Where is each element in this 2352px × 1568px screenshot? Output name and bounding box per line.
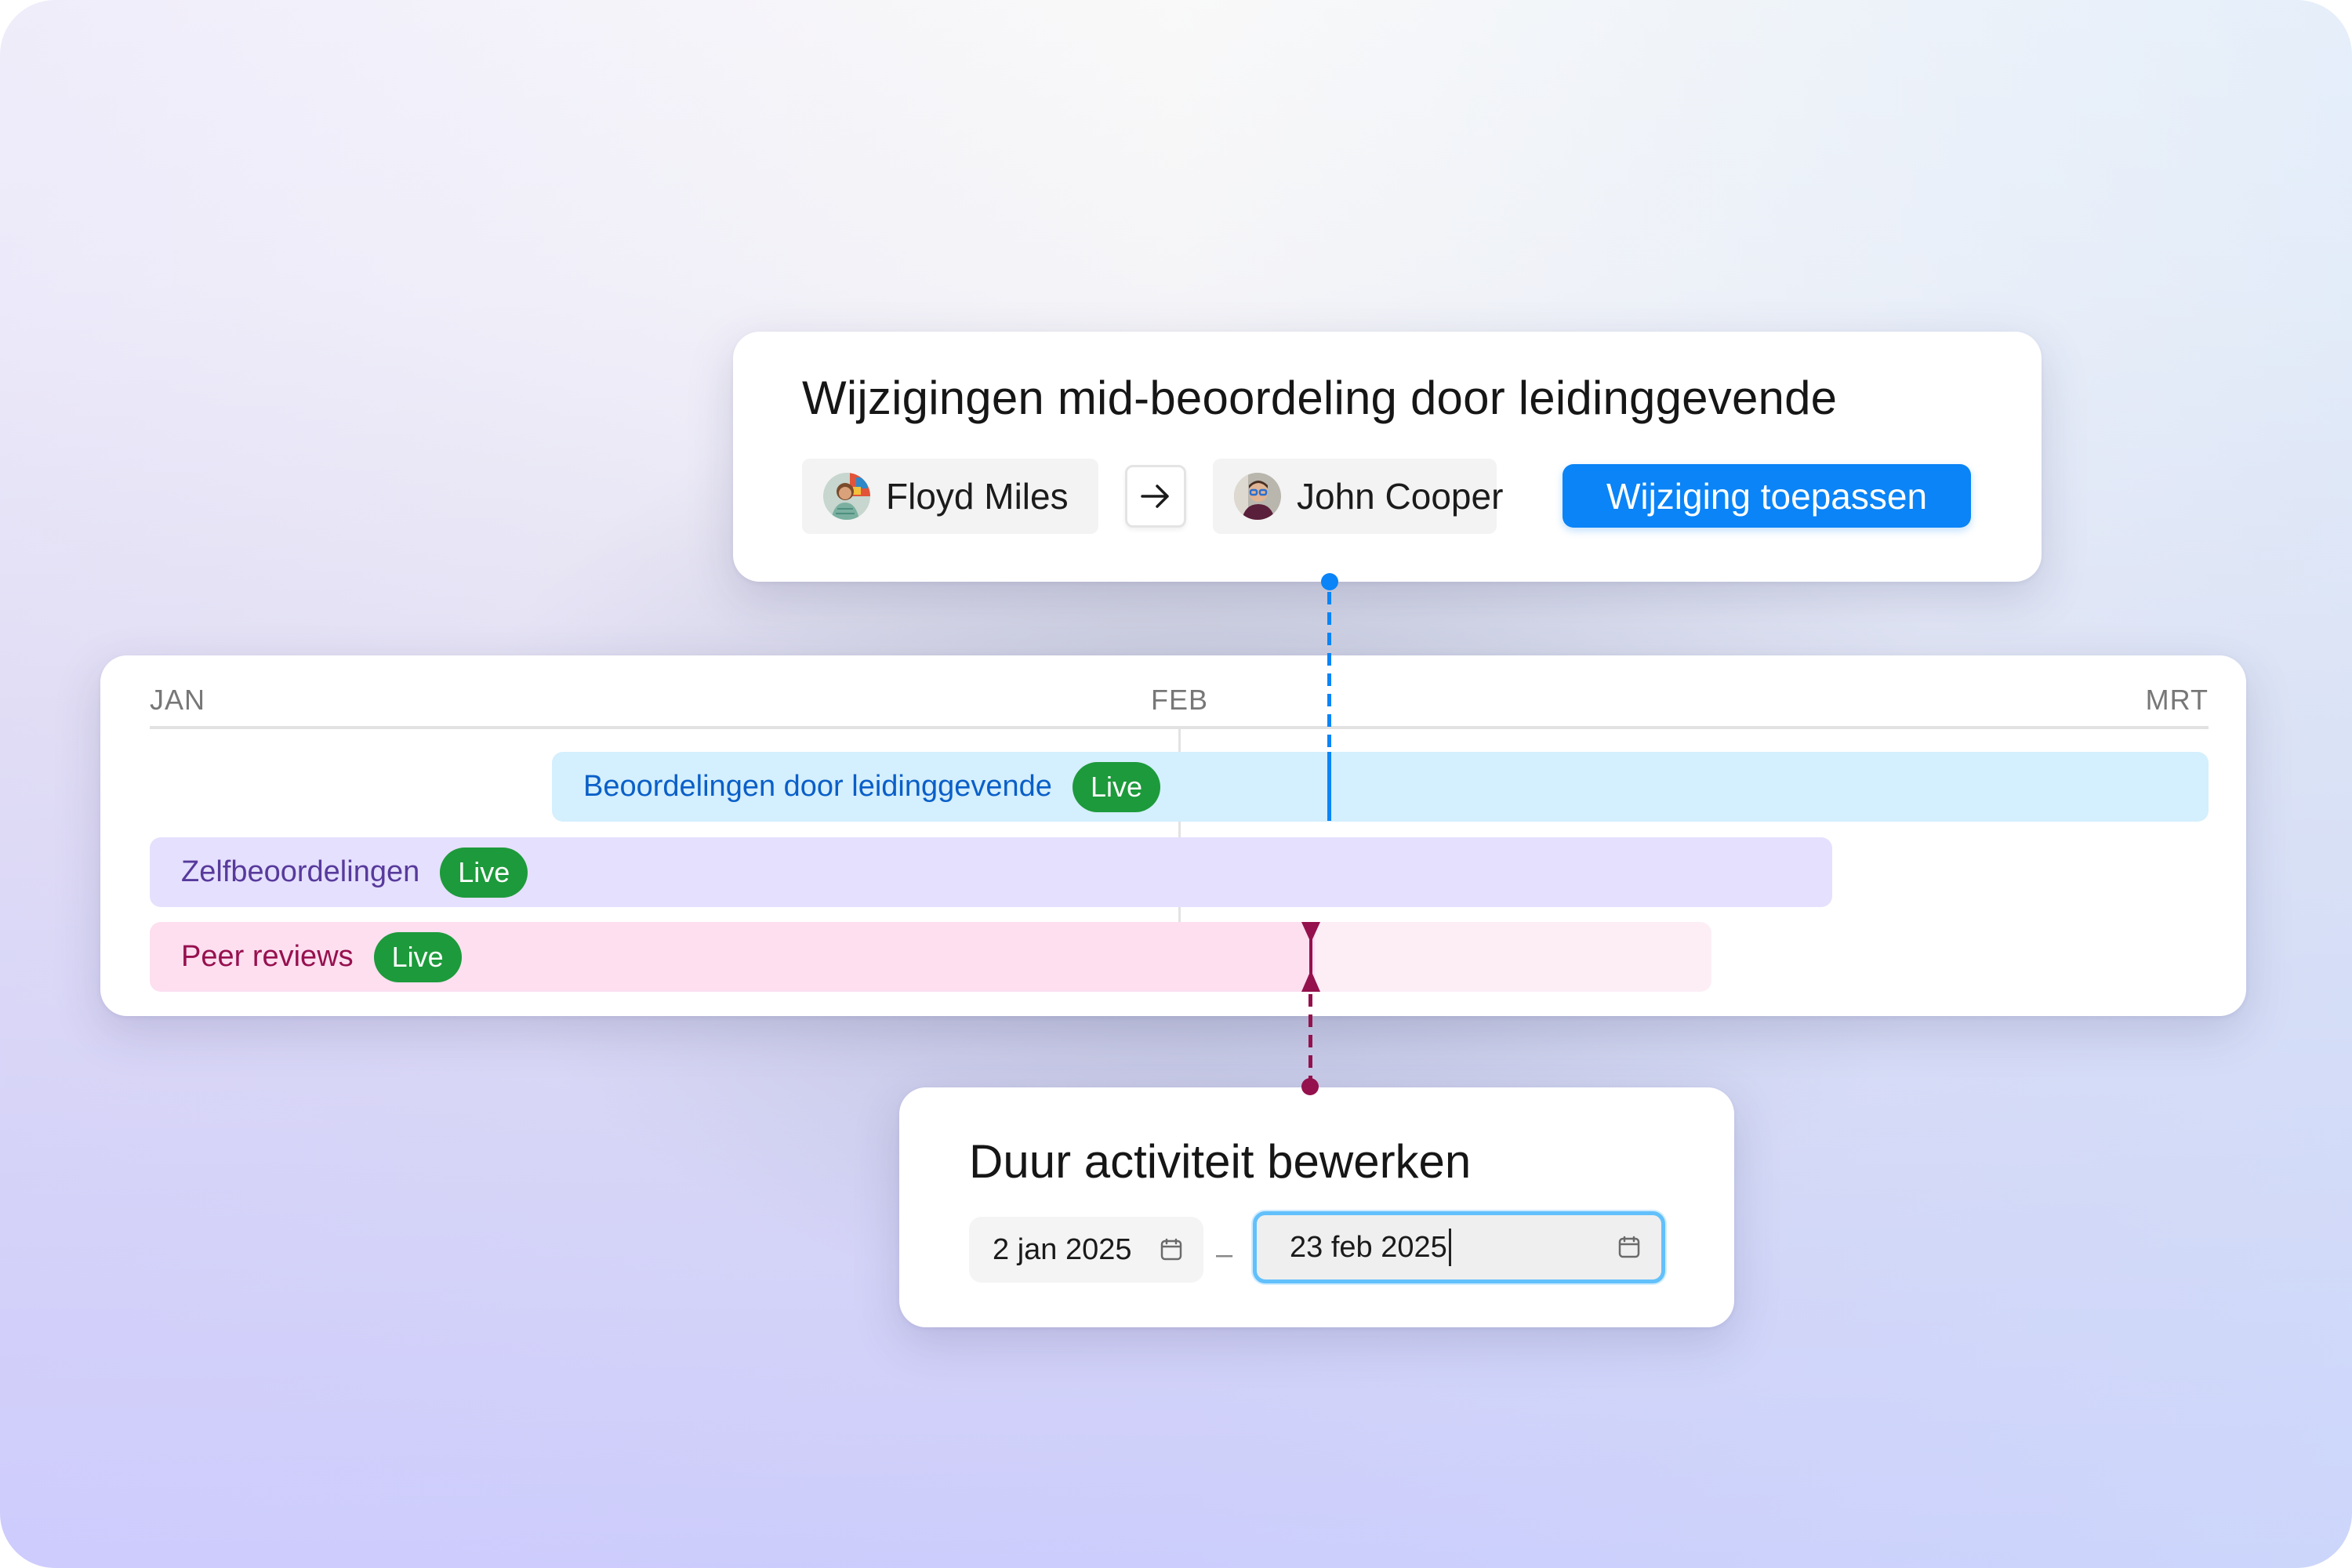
- avatar-floyd-miles: [823, 473, 870, 520]
- bar-label: Peer reviews: [181, 940, 354, 973]
- status-badge-live: Live: [1072, 761, 1160, 812]
- timeline-card: JAN FEB MRT Beoordelingen door leidingge…: [100, 655, 2246, 1016]
- avatar-john-cooper: [1234, 473, 1281, 520]
- bar-label: Beoordelingen door leidinggevende: [583, 770, 1052, 803]
- month-label-jan: JAN: [150, 684, 206, 716]
- start-date-value: 2 jan 2025: [993, 1232, 1132, 1266]
- change-point-marker-blue: [1327, 752, 1331, 821]
- arrow-right-icon: [1125, 465, 1186, 528]
- bar-label: Zelfbeoordelingen: [181, 855, 420, 888]
- calendar-icon[interactable]: [1617, 1236, 1641, 1259]
- end-date-drag-handle[interactable]: [1298, 922, 1324, 992]
- from-person-chip[interactable]: Floyd Miles: [802, 459, 1098, 534]
- edit-duration-title: Duur activiteit bewerken: [969, 1135, 1472, 1188]
- from-person-name: Floyd Miles: [886, 476, 1069, 517]
- to-person-name: John Cooper: [1297, 476, 1504, 517]
- edit-duration-card: Duur activiteit bewerken 2 jan 2025 – 23…: [899, 1087, 1734, 1327]
- month-label-mrt: MRT: [2145, 684, 2209, 716]
- start-date-input[interactable]: 2 jan 2025: [969, 1217, 1203, 1283]
- connector-dashed-line-pink: [1308, 994, 1312, 1080]
- timeline-bar-peer-reviews[interactable]: Peer reviews Live: [150, 922, 1711, 992]
- apply-change-button[interactable]: Wijziging toepassen: [1563, 464, 1971, 528]
- connector-dot-blue: [1321, 573, 1338, 590]
- to-person-chip[interactable]: John Cooper: [1213, 459, 1503, 534]
- reassign-card-title: Wijzigingen mid-beoordeling door leiding…: [802, 372, 1838, 424]
- status-badge-live: Live: [440, 847, 528, 898]
- timeline-bar-self-reviews[interactable]: Zelfbeoordelingen Live: [150, 837, 1832, 907]
- connector-dashed-line-blue: [1327, 592, 1331, 752]
- month-label-feb: FEB: [1151, 684, 1209, 716]
- connector-dot-pink: [1301, 1078, 1319, 1095]
- end-date-input[interactable]: 23 feb 2025: [1253, 1211, 1665, 1283]
- text-cursor: [1448, 1229, 1451, 1266]
- status-badge-live: Live: [373, 931, 462, 982]
- calendar-icon[interactable]: [1160, 1238, 1183, 1261]
- end-date-value: 23 feb 2025: [1290, 1230, 1447, 1264]
- timeline-bar-manager-reviews[interactable]: Beoordelingen door leidinggevende Live: [552, 752, 2209, 822]
- date-range-separator: –: [1216, 1238, 1233, 1271]
- reassign-reviewer-card: Wijzigingen mid-beoordeling door leiding…: [733, 332, 2042, 582]
